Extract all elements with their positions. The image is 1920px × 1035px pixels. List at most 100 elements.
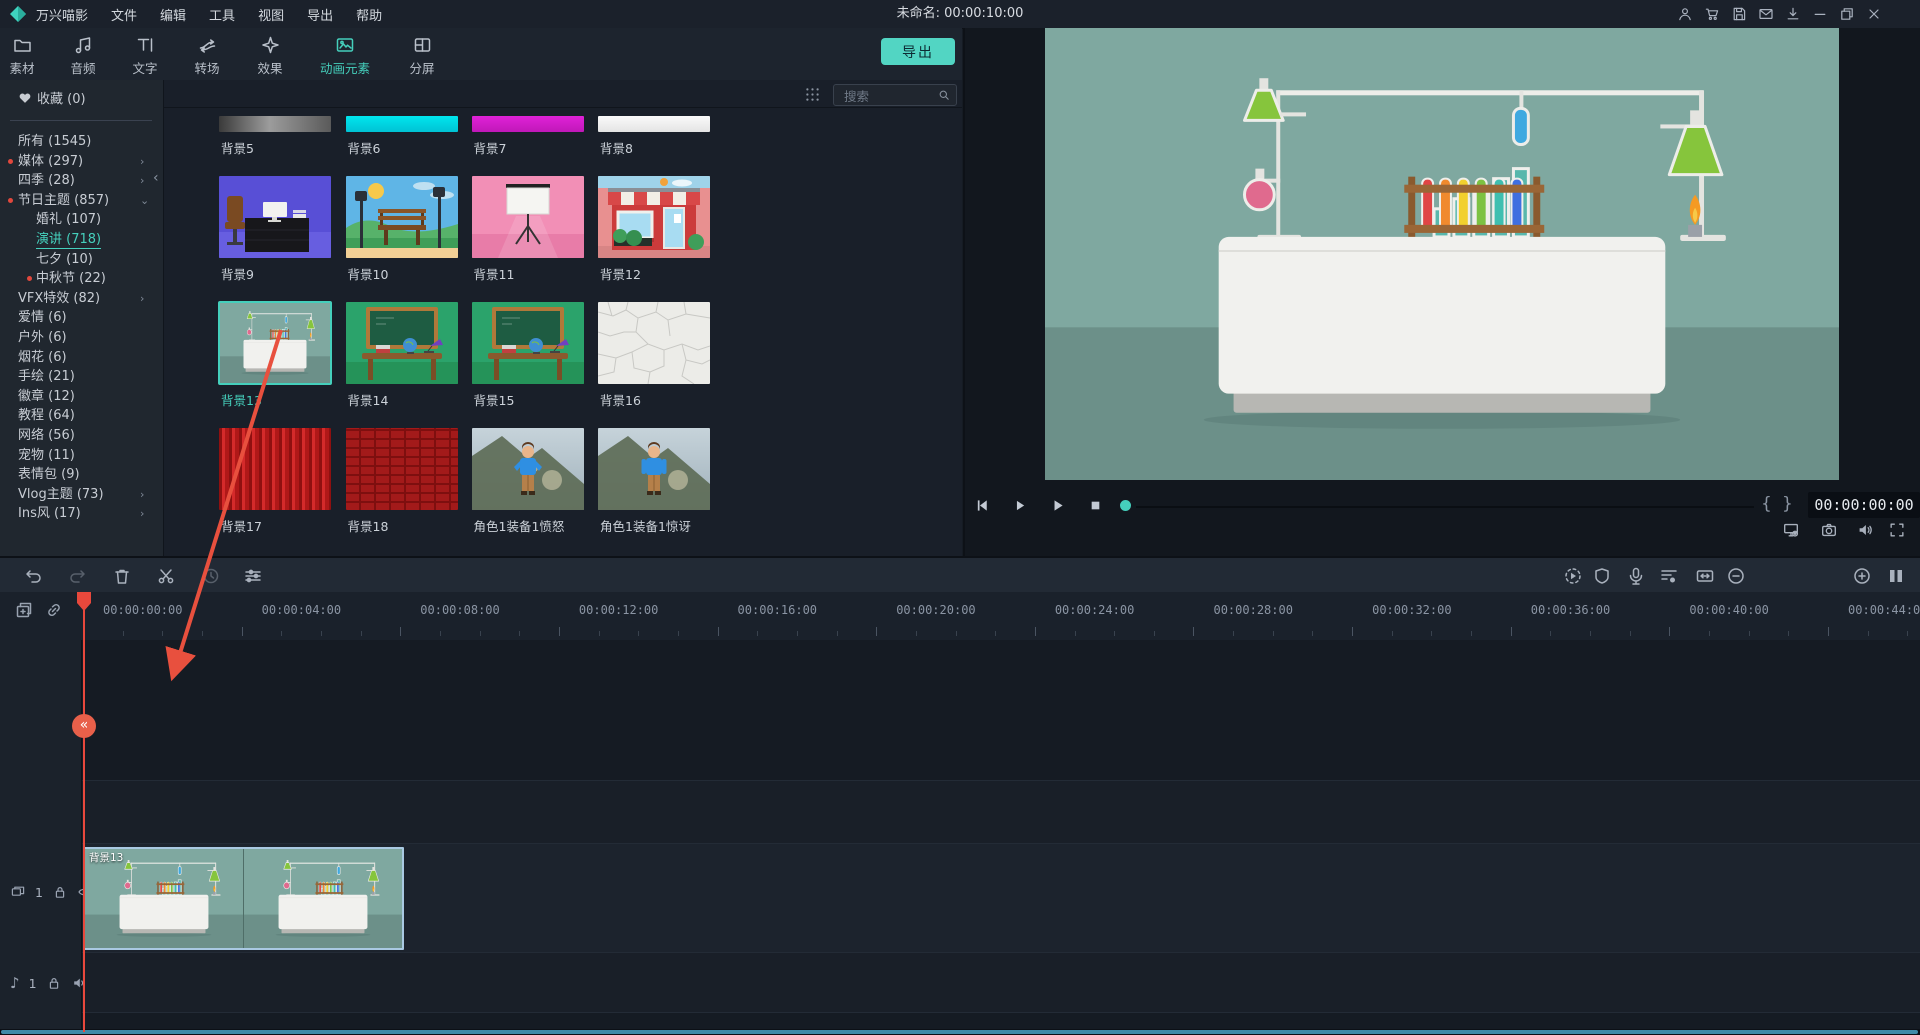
view-grid-icon[interactable] [804,86,821,103]
lock-icon[interactable] [46,975,62,991]
asset-thumbnail-背景15[interactable] [472,302,584,384]
export-button[interactable]: 导出 [881,38,955,65]
speaker-icon[interactable] [71,975,87,991]
chevron-right-icon[interactable]: › [140,485,144,505]
fullscreen-icon[interactable] [1888,521,1906,539]
sidebar-item[interactable]: 演讲 (718) [0,230,163,250]
play-icon[interactable] [1049,497,1066,514]
timeline-clip-bg13[interactable]: 背景13 [83,847,404,950]
render-preview-icon[interactable] [1563,566,1583,586]
undo-icon[interactable] [24,566,44,586]
sidebar-item[interactable]: 网络 (56) [0,426,163,446]
asset-thumbnail-背景18[interactable] [346,428,458,510]
seek-bar[interactable] [1136,506,1754,508]
asset-thumbnail-背景5[interactable] [219,116,331,132]
chevron-down-icon[interactable]: ⌄ [140,191,149,211]
sidebar-item[interactable]: 户外 (6) [0,328,163,348]
asset-thumbnail-背景7[interactable] [472,116,584,132]
mark-in-brace[interactable]: { [1761,494,1772,514]
clock-icon[interactable] [201,566,221,586]
asset-thumbnail-背景10[interactable] [346,176,458,258]
sidebar-item[interactable]: 媒体 (297)› [0,152,163,172]
minimize-icon[interactable] [1812,6,1828,22]
tab-素材[interactable]: 素材 [9,35,34,77]
mixer-icon[interactable] [1659,566,1679,586]
seek-playhead-dot[interactable] [1120,500,1131,511]
asset-thumbnail-背景8[interactable] [598,116,710,132]
tab-分屏[interactable]: 分屏 [409,35,434,77]
prev-frame-icon[interactable] [974,497,991,514]
chevron-right-icon[interactable]: › [140,289,144,309]
tab-动画元素[interactable]: 动画元素 [320,35,370,77]
audio-track-lane[interactable] [0,952,1920,1012]
asset-thumbnail-背景11[interactable] [472,176,584,258]
sidebar-item[interactable]: 徽章 (12) [0,387,163,407]
tab-音频[interactable]: 音频 [70,35,95,77]
sidebar-item[interactable]: 所有 (1545) [0,132,163,152]
tab-文字[interactable]: 文字 [132,35,157,77]
asset-thumbnail-背景6[interactable] [346,116,458,132]
sidebar-item[interactable]: 婚礼 (107) [0,210,163,230]
sidebar-item[interactable]: 表情包 (9) [0,465,163,485]
link-clips-icon[interactable] [44,600,64,620]
timeline-hscrollbar[interactable] [0,1029,1920,1035]
empty-track-lane[interactable] [0,780,1920,843]
stop-icon[interactable] [1087,497,1104,514]
asset-thumbnail-背景17[interactable] [219,428,331,510]
save-icon[interactable] [1731,6,1747,22]
speaker-icon[interactable] [1856,521,1874,539]
chevron-right-icon[interactable]: › [140,152,144,172]
trash-icon[interactable] [112,566,132,586]
sidebar-collapse-handle[interactable]: ‹ [153,170,159,186]
chevron-right-icon[interactable]: › [140,504,144,524]
sidebar-item[interactable]: 四季 (28)› [0,171,163,191]
sidebar-item[interactable]: 宠物 (11) [0,446,163,466]
snapshot-icon[interactable] [1820,521,1838,539]
search-input[interactable] [842,86,936,106]
chevron-right-icon[interactable]: › [140,171,144,191]
sidebar-item[interactable]: 节日主题 (857)⌄ [0,191,163,211]
sidebar-item[interactable]: Vlog主题 (73)› [0,485,163,505]
timeline-ruler[interactable]: 00:00:00:0000:00:04:0000:00:08:0000:00:1… [0,592,1920,641]
tune-icon[interactable] [243,566,263,586]
lock-icon[interactable] [52,884,68,900]
scissors-icon[interactable] [156,566,176,586]
sidebar-item[interactable]: 手绘 (21) [0,367,163,387]
user-icon[interactable] [1677,6,1693,22]
preview-video[interactable] [1045,28,1839,480]
asset-thumbnail-背景12[interactable] [598,176,710,258]
asset-thumbnail-角色1装备1惊讶[interactable] [598,428,710,510]
add-track-icon[interactable] [14,600,34,620]
play-alt-icon[interactable] [1011,497,1028,514]
cart-icon[interactable] [1704,6,1720,22]
asset-thumbnail-角色1装备1愤怒[interactable] [472,428,584,510]
sidebar-item[interactable]: VFX特效 (82)› [0,289,163,309]
close-icon[interactable] [1866,6,1882,22]
zoom-out-icon[interactable] [1726,566,1746,586]
voiceover-icon[interactable] [1626,566,1646,586]
asset-thumbnail-背景14[interactable] [346,302,458,384]
download-icon[interactable] [1785,6,1801,22]
sidebar-item[interactable]: 教程 (64) [0,406,163,426]
mark-out-brace[interactable]: } [1782,494,1793,514]
asset-thumbnail-背景9[interactable] [219,176,331,258]
split-view-icon[interactable] [1886,566,1906,586]
asset-thumbnail-背景13[interactable] [219,302,331,384]
sidebar-item[interactable]: 烟花 (6) [0,348,163,368]
zoom-in-icon[interactable] [1852,566,1872,586]
monitor-settings-icon[interactable] [1782,521,1800,539]
fit-timeline-icon[interactable] [1695,566,1715,586]
search-icon[interactable] [937,88,951,102]
marker-icon[interactable] [1592,566,1612,586]
mail-icon[interactable] [1758,6,1774,22]
asset-thumbnail-背景16[interactable] [598,302,710,384]
timeline-empty-area[interactable] [0,640,1920,780]
sidebar-item[interactable]: 七夕 (10) [0,250,163,270]
redo-icon[interactable] [67,566,87,586]
sidebar-item[interactable]: Ins风 (17)› [0,504,163,524]
tab-转场[interactable]: 转场 [194,35,219,77]
sidebar-item-favorites[interactable]: 收藏 (0) [18,88,86,107]
sidebar-item[interactable]: 爱情 (6) [0,308,163,328]
restore-icon[interactable] [1839,6,1855,22]
tab-效果[interactable]: 效果 [257,35,282,77]
